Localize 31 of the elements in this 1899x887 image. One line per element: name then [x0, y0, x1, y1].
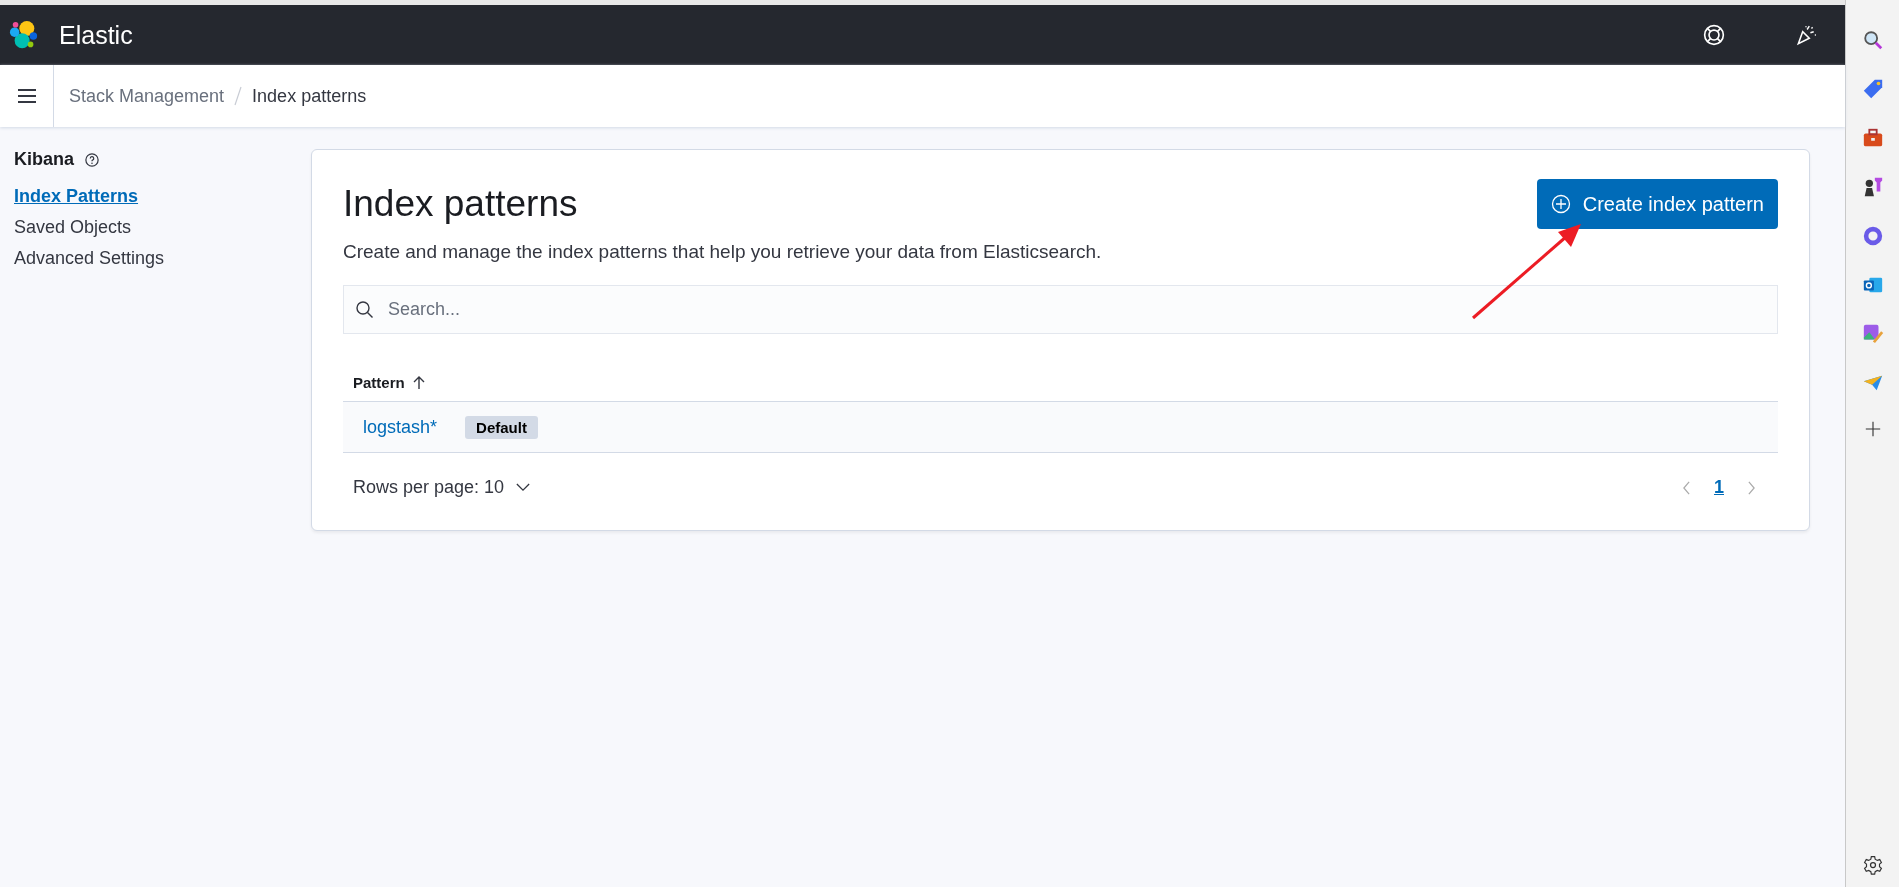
index-pattern-link[interactable]: logstash*: [363, 416, 438, 438]
menu-icon: [16, 88, 37, 104]
elastic-logo-icon[interactable]: [9, 20, 39, 50]
settings-icon[interactable]: [1862, 855, 1883, 875]
breadcrumb-link[interactable]: Stack Management: [69, 85, 225, 107]
add-icon[interactable]: [1864, 421, 1881, 437]
page-number-link[interactable]: 1: [1714, 477, 1724, 498]
breadcrumb-link[interactable]: Index patterns: [252, 85, 367, 107]
breadcrumb-separator-icon: [234, 86, 243, 106]
image-edit-icon[interactable]: [1861, 323, 1884, 345]
search-field[interactable]: Search...: [343, 285, 1778, 334]
sidebar-title: Kibana: [14, 149, 74, 170]
sidebar-item[interactable]: Saved Objects: [14, 217, 132, 238]
search-icon[interactable]: [1861, 29, 1884, 51]
plus-circle-icon: [1550, 194, 1571, 214]
column-header[interactable]: Pattern: [353, 374, 425, 391]
tag-icon[interactable]: [1861, 78, 1884, 100]
default-badge: Default: [465, 415, 538, 439]
page-title: Index patterns: [343, 183, 578, 225]
sidebar-item[interactable]: Index Patterns: [14, 186, 139, 207]
page-description: Create and manage the index patterns that help you retrieve your data from Elasticsearch.: [343, 241, 1103, 263]
toolbox-icon[interactable]: [1861, 127, 1884, 149]
sort-ascending-icon: [412, 375, 425, 390]
chevron-down-icon: [516, 483, 531, 492]
create-index-pattern-button[interactable]: Create index pattern: [1536, 179, 1778, 229]
ring-icon[interactable]: [1861, 225, 1884, 247]
app-title: Elastic: [59, 20, 133, 50]
help-icon[interactable]: [85, 152, 99, 167]
party-popper-icon[interactable]: [1795, 24, 1817, 46]
rows-per-page-button[interactable]: Rows per page: 10: [353, 477, 531, 498]
sidebar-item[interactable]: Advanced Settings: [14, 248, 165, 269]
